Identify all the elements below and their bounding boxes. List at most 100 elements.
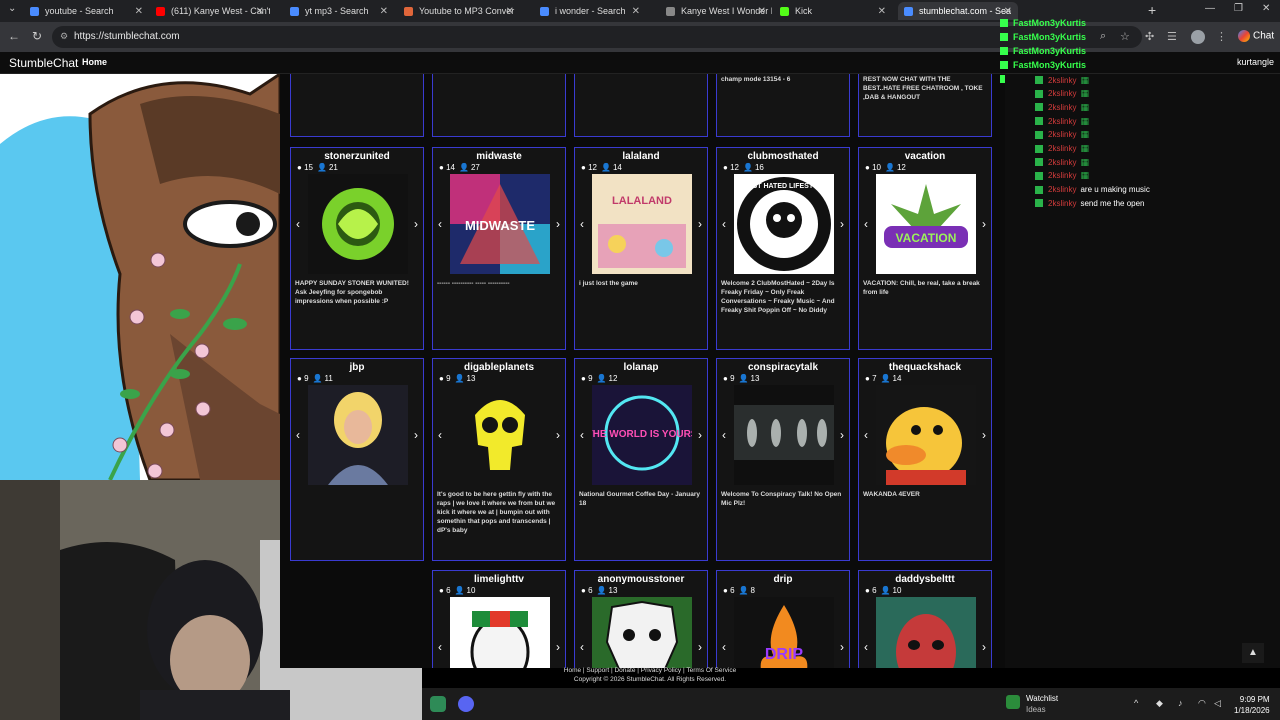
home-link[interactable]: Home — [82, 57, 107, 67]
next-slide-icon[interactable]: › — [698, 217, 702, 231]
room-card[interactable]: vacation ● 10 👤 12 VACATION ‹ › VACATION: Chill… — [858, 147, 992, 350]
browser-tab[interactable]: i wonder - Search ✕ — [534, 2, 646, 20]
reload-icon[interactable]: ↻ — [32, 29, 42, 43]
room-card[interactable]: lalaland ● 12 👤 14 LALALAND ‹ › i just lost the… — [574, 147, 708, 350]
room-card[interactable]: digableplanets ● 9 👤 13 ‹ › It's good to be he… — [432, 358, 566, 561]
room-thumbnail[interactable]: VACATION — [876, 174, 976, 274]
site-brand[interactable]: StumbleChat — [9, 56, 78, 70]
room-name[interactable]: daddysbelttt — [859, 574, 991, 585]
zoom-icon[interactable]: ⌕ — [1100, 30, 1106, 43]
next-slide-icon[interactable]: › — [840, 217, 844, 231]
room-thumbnail[interactable] — [450, 597, 550, 668]
tab-search-icon[interactable]: ⌄ — [8, 3, 16, 14]
taskbar-app-icon[interactable] — [430, 696, 446, 712]
prev-slide-icon[interactable]: ‹ — [864, 217, 868, 231]
chat-username[interactable]: 2kslinky — [1048, 144, 1076, 153]
chat-username[interactable]: 2kslinky — [1048, 76, 1076, 85]
room-name[interactable]: lolanap — [575, 362, 707, 373]
next-slide-icon[interactable]: › — [982, 428, 986, 442]
prev-slide-icon[interactable]: ‹ — [296, 428, 300, 442]
room-name[interactable]: thequackshack — [859, 362, 991, 373]
browser-tab[interactable]: Kick ✕ — [774, 2, 892, 20]
room-card[interactable]: jbp ● 9 👤 11 ‹ › — [290, 358, 424, 561]
close-tab-icon[interactable]: ✕ — [380, 6, 388, 17]
volume-icon[interactable]: ◁ — [1214, 698, 1221, 709]
room-thumbnail[interactable] — [450, 385, 550, 485]
close-window-icon[interactable]: ✕ — [1262, 3, 1270, 14]
prev-slide-icon[interactable]: ‹ — [722, 428, 726, 442]
room-card-partial[interactable]: champ mode 13154 - 6 — [716, 74, 850, 137]
browser-tab[interactable]: yt mp3 - Search ✕ — [284, 2, 394, 20]
next-slide-icon[interactable]: › — [982, 640, 986, 654]
next-slide-icon[interactable]: › — [698, 428, 702, 442]
browser-tab[interactable]: Youtube to MP3 Conver ✕ — [398, 2, 520, 20]
chat-username[interactable]: 2kslinky — [1048, 158, 1076, 167]
room-card[interactable]: lolanap ● 9 👤 12 THE WORLD IS YOURS ‹ › Nationa… — [574, 358, 708, 561]
browser-tab[interactable]: Kanye West I Wonder Ly ✕ — [660, 2, 772, 20]
minimize-icon[interactable]: — — [1205, 3, 1215, 14]
room-thumbnail[interactable] — [308, 385, 408, 485]
system-clock[interactable]: 9:09 PM 1/18/2026 — [1234, 694, 1270, 716]
prev-slide-icon[interactable]: ‹ — [864, 428, 868, 442]
room-name[interactable]: limelighttv — [433, 574, 565, 585]
room-thumbnail[interactable]: MIDWASTE — [450, 174, 550, 274]
bookmark-star-icon[interactable]: ☆ — [1120, 30, 1130, 43]
room-card[interactable]: stonerzunited ● 15 👤 21 ‹ › HAPPY SUNDAY STONE… — [290, 147, 424, 350]
room-thumbnail[interactable]: THE WORLD IS YOURS — [592, 385, 692, 485]
watchlist-widget[interactable]: Watchlist Ideas — [1006, 693, 1058, 715]
room-thumbnail[interactable] — [876, 385, 976, 485]
next-slide-icon[interactable]: › — [556, 428, 560, 442]
username-label[interactable]: kurtangle — [1237, 57, 1274, 67]
discord-icon[interactable] — [458, 696, 474, 712]
microphone-icon[interactable]: ♪ — [1178, 698, 1183, 708]
gemini-chat-button[interactable]: Chat — [1238, 30, 1274, 42]
chat-username[interactable]: 2kslinky — [1048, 89, 1076, 98]
prev-slide-icon[interactable]: ‹ — [722, 217, 726, 231]
close-tab-icon[interactable]: ✕ — [632, 6, 640, 17]
profile-avatar[interactable] — [1191, 30, 1205, 44]
next-slide-icon[interactable]: › — [982, 217, 986, 231]
browser-tab[interactable]: youtube - Search ✕ — [24, 2, 149, 20]
prev-slide-icon[interactable]: ‹ — [296, 217, 300, 231]
tray-chevron-icon[interactable]: ^ — [1134, 698, 1138, 708]
room-card[interactable]: thequackshack ● 7 👤 14 ‹ › WAKANDA 4EVER — [858, 358, 992, 561]
close-tab-icon[interactable]: ✕ — [878, 6, 886, 17]
room-thumbnail[interactable] — [308, 174, 408, 274]
room-name[interactable]: drip — [717, 574, 849, 585]
room-card[interactable]: clubmosthated ● 12 👤 16 MOST HATED LIFESTYLE… — [716, 147, 850, 350]
room-thumbnail[interactable] — [734, 385, 834, 485]
room-card-partial[interactable] — [432, 74, 566, 137]
next-slide-icon[interactable]: › — [840, 640, 844, 654]
footer-links[interactable]: Home | Support | Donate | Privacy Policy… — [540, 666, 760, 675]
back-icon[interactable]: ← — [8, 29, 20, 43]
room-card[interactable]: conspiracytalk ● 9 👤 13 ‹ › Welcome To Conspir… — [716, 358, 850, 561]
close-tab-icon[interactable]: ✕ — [1004, 6, 1012, 17]
room-card-partial[interactable] — [574, 74, 708, 137]
browser-tab[interactable]: (611) Kanye West - Can't ✕ — [150, 2, 270, 20]
close-tab-icon[interactable]: ✕ — [758, 6, 766, 17]
room-name[interactable]: digableplanets — [433, 362, 565, 373]
chat-username[interactable]: 2kslinky — [1048, 185, 1076, 194]
room-name[interactable]: midwaste — [433, 151, 565, 162]
prev-slide-icon[interactable]: ‹ — [580, 217, 584, 231]
chat-username[interactable]: 2kslinky — [1048, 103, 1076, 112]
next-slide-icon[interactable]: › — [556, 640, 560, 654]
room-name[interactable]: vacation — [859, 151, 991, 162]
room-name[interactable]: jbp — [291, 362, 423, 373]
menu-icon[interactable]: ⋮ — [1216, 30, 1227, 43]
room-card[interactable]: anonymousstoner ● 6 👤 13 ‹ › — [574, 570, 708, 668]
next-slide-icon[interactable]: › — [414, 217, 418, 231]
extensions-icon[interactable]: ✣ — [1145, 30, 1154, 43]
next-slide-icon[interactable]: › — [556, 217, 560, 231]
chat-username[interactable]: 2kslinky — [1048, 171, 1076, 180]
prev-slide-icon[interactable]: ‹ — [722, 640, 726, 654]
prev-slide-icon[interactable]: ‹ — [580, 640, 584, 654]
prev-slide-icon[interactable]: ‹ — [864, 640, 868, 654]
chat-username[interactable]: 2kslinky — [1048, 130, 1076, 139]
room-name[interactable]: clubmosthated — [717, 151, 849, 162]
room-name[interactable]: anonymousstoner — [575, 574, 707, 585]
tray-app-icon[interactable]: ◆ — [1156, 698, 1163, 709]
room-card-partial[interactable]: REST NOW CHAT WITH THE BEST..HATE FREE C… — [858, 74, 992, 137]
new-tab-button[interactable]: + — [1148, 2, 1156, 18]
url-field[interactable]: ⚙ https://stumblechat.com — [52, 26, 1142, 48]
